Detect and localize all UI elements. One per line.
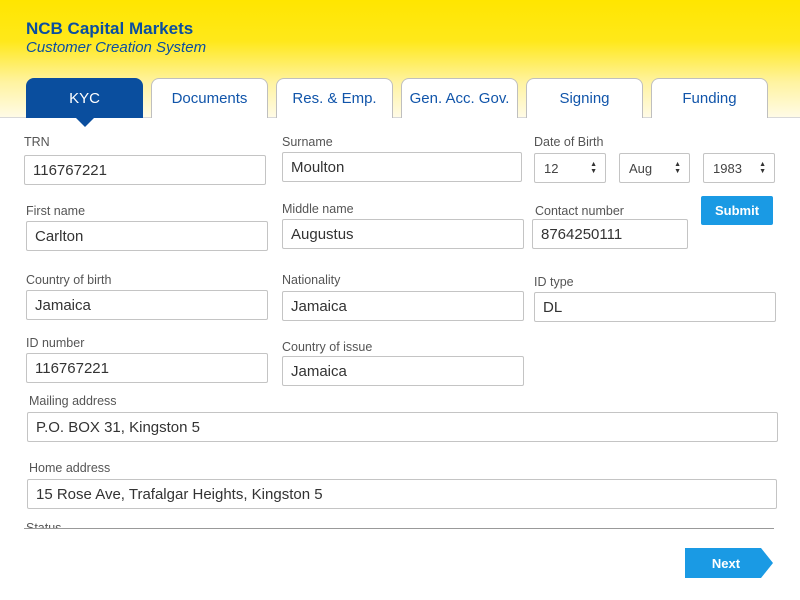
tab-gen-acc-gov[interactable]: Gen. Acc. Gov. <box>401 78 518 118</box>
country-of-issue-label: Country of issue <box>282 340 373 354</box>
country-of-birth-label: Country of birth <box>26 273 112 287</box>
next-button-label: Next <box>711 555 741 571</box>
trn-field[interactable]: 116767221 <box>24 155 266 185</box>
mailing-address-label: Mailing address <box>29 394 117 408</box>
contact-number-field[interactable]: 8764250111 <box>532 219 688 249</box>
nationality-label: Nationality <box>282 273 341 287</box>
dob-year-value: 1983 <box>713 160 742 176</box>
scroll-divider <box>24 528 774 529</box>
country-of-issue-field[interactable]: Jamaica <box>282 356 524 386</box>
dob-month-value: Aug <box>629 160 653 176</box>
first-name-label: First name <box>26 204 86 218</box>
id-number-label: ID number <box>26 336 85 350</box>
updown-arrows-icon: ▲ ▼ <box>674 161 681 175</box>
middle-name-label: Middle name <box>282 202 354 216</box>
surname-label: Surname <box>282 135 333 149</box>
id-type-label: ID type <box>534 275 574 289</box>
country-of-birth-field[interactable]: Jamaica <box>26 290 268 320</box>
tab-res-emp[interactable]: Res. & Emp. <box>276 78 393 118</box>
updown-arrows-icon: ▲ ▼ <box>759 161 766 175</box>
tab-documents[interactable]: Documents <box>151 78 268 118</box>
tab-signing[interactable]: Signing <box>526 78 643 118</box>
dob-label: Date of Birth <box>534 135 604 149</box>
home-address-label: Home address <box>29 461 111 475</box>
dob-month-select[interactable]: Aug ▲ ▼ <box>619 153 690 183</box>
middle-name-field[interactable]: Augustus <box>282 219 524 249</box>
dob-day-select[interactable]: 12 ▲ ▼ <box>534 153 606 183</box>
mailing-address-field[interactable]: P.O. BOX 31, Kingston 5 <box>27 412 778 442</box>
dob-day-value: 12 <box>544 160 559 176</box>
brand-subtitle: Customer Creation System <box>26 39 207 56</box>
tab-kyc[interactable]: KYC <box>26 78 143 127</box>
brand-title: NCB Capital Markets <box>26 19 194 38</box>
first-name-field[interactable]: Carlton <box>26 221 268 251</box>
contact-number-label: Contact number <box>535 204 624 218</box>
nationality-field[interactable]: Jamaica <box>282 291 524 321</box>
id-type-field[interactable]: DL <box>534 292 776 322</box>
app-header: NCB Capital Markets Customer Creation Sy… <box>0 0 800 127</box>
home-address-field[interactable]: 15 Rose Ave, Trafalgar Heights, Kingston… <box>27 479 777 509</box>
updown-arrows-icon: ▲ ▼ <box>590 161 597 175</box>
dob-year-select[interactable]: 1983 ▲ ▼ <box>703 153 775 183</box>
tab-funding[interactable]: Funding <box>651 78 768 118</box>
trn-label: TRN <box>24 135 50 149</box>
id-number-field[interactable]: 116767221 <box>26 353 268 383</box>
next-button[interactable]: Next <box>685 548 773 578</box>
surname-field[interactable]: Moulton <box>282 152 522 182</box>
status-label-partial: Status <box>26 521 62 528</box>
submit-button[interactable]: Submit <box>701 196 773 225</box>
